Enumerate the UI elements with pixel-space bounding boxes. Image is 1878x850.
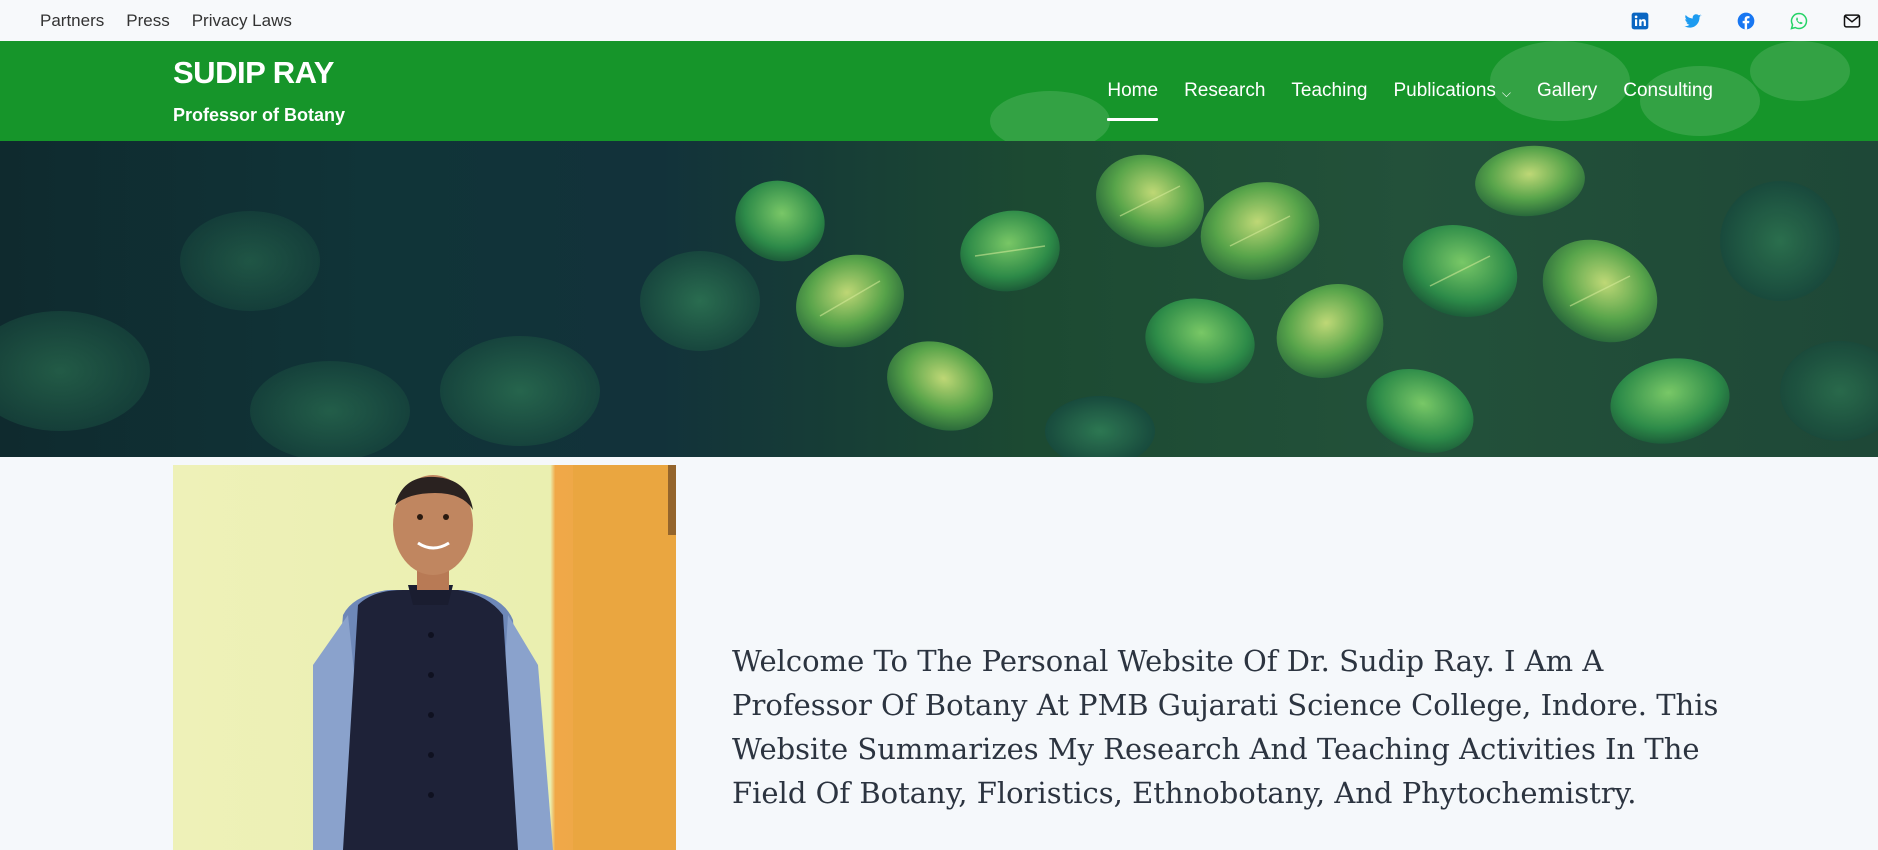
leaf-illustration xyxy=(0,145,1878,457)
main-content: Welcome To The Personal Website Of Dr. S… xyxy=(0,457,1878,850)
linkedin-icon[interactable] xyxy=(1630,11,1650,31)
top-links: Partners Press Privacy Laws xyxy=(40,11,292,31)
site-header: SUDIP RAY Professor of Botany Home Resea… xyxy=(0,41,1878,141)
hero-banner-image xyxy=(0,141,1878,457)
nav-teaching-label: Teaching xyxy=(1291,80,1368,101)
nav-teaching[interactable]: Teaching xyxy=(1291,41,1367,141)
nav-publications[interactable]: Publications ⌵ xyxy=(1393,41,1511,141)
nav-consulting[interactable]: Consulting xyxy=(1623,41,1713,141)
social-links xyxy=(1630,11,1862,31)
brand: SUDIP RAY Professor of Botany xyxy=(173,55,345,126)
chevron-down-icon: ⌵ xyxy=(1501,85,1512,100)
nav-publications-label: Publications xyxy=(1393,80,1496,101)
top-bar: Partners Press Privacy Laws xyxy=(0,0,1878,41)
profile-photo xyxy=(173,465,676,850)
privacy-laws-link[interactable]: Privacy Laws xyxy=(192,11,292,31)
nav-research[interactable]: Research xyxy=(1184,41,1265,141)
main-nav: Home Research Teaching Publications ⌵ Gal… xyxy=(1107,41,1713,141)
site-title[interactable]: SUDIP RAY xyxy=(173,55,345,91)
partners-link[interactable]: Partners xyxy=(40,11,104,31)
twitter-icon[interactable] xyxy=(1683,11,1703,31)
nav-research-label: Research xyxy=(1184,80,1266,101)
person-portrait xyxy=(313,465,676,850)
facebook-icon[interactable] xyxy=(1736,11,1756,31)
site-tagline: Professor of Botany xyxy=(173,105,346,125)
nav-gallery-label: Gallery xyxy=(1537,80,1598,101)
whatsapp-icon[interactable] xyxy=(1789,11,1809,31)
nav-consulting-label: Consulting xyxy=(1623,80,1713,101)
nav-home-label: Home xyxy=(1107,80,1159,101)
nav-home[interactable]: Home xyxy=(1107,41,1158,141)
welcome-text: Welcome To The Personal Website Of Dr. S… xyxy=(732,644,1719,810)
nav-gallery[interactable]: Gallery xyxy=(1537,41,1597,141)
mail-icon[interactable] xyxy=(1842,11,1862,31)
press-link[interactable]: Press xyxy=(126,11,169,31)
